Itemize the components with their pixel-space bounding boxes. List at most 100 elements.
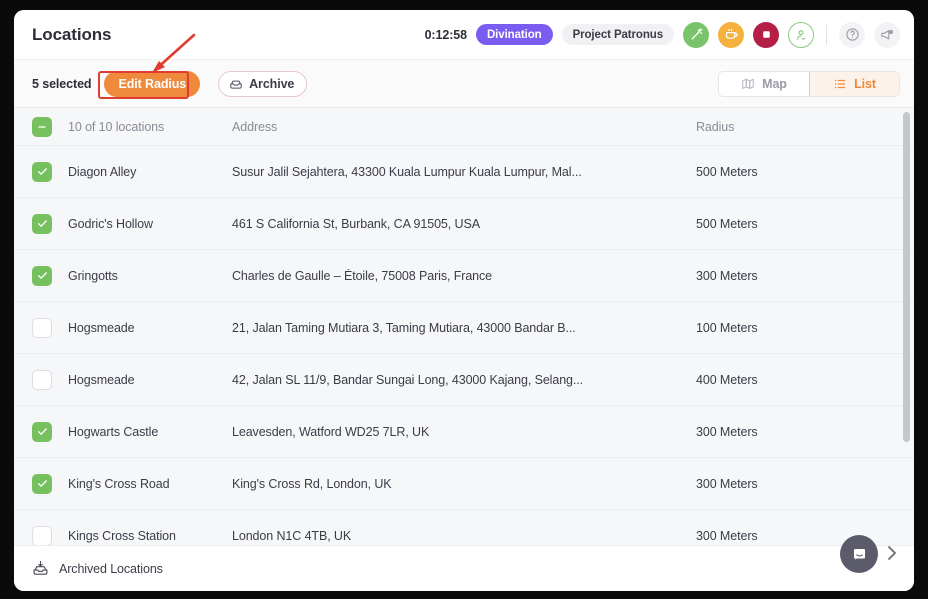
announcement-icon	[880, 29, 893, 40]
select-all-cell	[32, 116, 68, 137]
check-icon	[37, 220, 47, 227]
row-address: 461 S California St, Burbank, CA 91505, …	[232, 216, 480, 231]
column-header-radius: Radius	[696, 119, 735, 134]
row-checkbox[interactable]	[32, 369, 52, 390]
row-radius: 400 Meters	[696, 372, 758, 387]
row-address: 21, Jalan Taming Mutiara 3, Taming Mutia…	[232, 320, 576, 335]
table-row[interactable]: Diagon Alley Susur Jalil Sejahtera, 43300…	[14, 146, 914, 198]
map-icon	[742, 78, 754, 89]
task-badge[interactable]: Divination	[475, 24, 553, 45]
check-icon	[37, 428, 47, 435]
row-location-name: Hogsmeade	[68, 372, 135, 387]
row-checkbox[interactable]	[32, 317, 52, 338]
row-location-name: Hogwarts Castle	[68, 424, 159, 439]
row-radius: 100 Meters	[696, 320, 758, 335]
row-checkbox[interactable]	[32, 525, 52, 545]
stop-icon	[762, 31, 770, 38]
select-all-checkbox[interactable]	[32, 116, 52, 137]
check-icon	[37, 480, 47, 487]
row-address: London N1C 4TB, UK	[232, 528, 352, 543]
row-address: Leavesden, Watford WD25 7LR, UK	[232, 424, 430, 439]
panel-expand-chevron[interactable]	[884, 543, 900, 563]
minus-icon	[38, 125, 46, 128]
column-header-address: Address	[232, 119, 278, 134]
stop-button[interactable]	[753, 21, 779, 48]
table-scrollbar-track[interactable]	[903, 108, 912, 545]
list-icon	[834, 79, 846, 88]
row-radius: 300 Meters	[696, 424, 758, 439]
archive-box-icon	[230, 80, 242, 89]
row-address: Charles de Gaulle – Étoile, 75008 Paris,…	[232, 268, 493, 283]
table-row[interactable]: Kings Cross Station London N1C 4TB, UK 300…	[14, 510, 914, 545]
locations-table: 10 of 10 locations Address Radius Diagon…	[14, 108, 914, 545]
user-avatar-icon	[796, 29, 806, 40]
row-select-cell	[32, 213, 68, 234]
selection-toolbar: 5 selected Edit Radius Archive Map List	[14, 60, 914, 108]
archive-download-icon	[33, 560, 48, 575]
row-checkbox[interactable]	[32, 265, 52, 286]
table-row[interactable]: Hogsmeade 21, Jalan Taming Mutiara 3, Tam…	[14, 302, 914, 354]
header-right-controls: 0:12:58 Divination Project Patronus	[424, 21, 900, 48]
check-icon	[37, 168, 47, 175]
magic-wand-button[interactable]	[683, 21, 709, 48]
row-location-name: Diagon Alley	[68, 164, 137, 179]
app-footer: Archived Locations	[14, 545, 914, 591]
row-address: King's Cross Rd, London, UK	[232, 476, 392, 491]
table-row[interactable]: Hogwarts Castle Leavesden, Watford WD25 7…	[14, 406, 914, 458]
project-badge[interactable]: Project Patronus	[561, 24, 674, 45]
row-select-cell	[32, 265, 68, 286]
row-select-cell	[32, 161, 68, 182]
view-toggle-list-label: List	[854, 76, 876, 91]
magic-wand-icon	[691, 28, 702, 40]
row-location-name: Godric's Hollow	[68, 216, 153, 231]
chat-bubble-icon	[853, 548, 865, 560]
table-row[interactable]: Gringotts Charles de Gaulle – Étoile, 750…	[14, 250, 914, 302]
table-scrollbar-thumb[interactable]	[903, 112, 910, 442]
timer-display: 0:12:58	[424, 27, 467, 42]
row-select-cell	[32, 525, 68, 545]
row-radius: 300 Meters	[696, 476, 758, 491]
view-toggle-list[interactable]: List	[809, 71, 899, 96]
row-location-name: Hogsmeade	[68, 320, 135, 335]
edit-radius-button[interactable]: Edit Radius	[104, 70, 201, 97]
view-toggle-map-label: Map	[762, 76, 787, 91]
row-checkbox[interactable]	[32, 473, 52, 494]
header-divider	[826, 24, 827, 45]
break-button[interactable]	[718, 21, 744, 48]
announcement-button[interactable]	[874, 21, 900, 48]
coffee-cup-icon	[725, 28, 738, 39]
table-row[interactable]: King's Cross Road King's Cross Rd, London…	[14, 458, 914, 510]
row-checkbox[interactable]	[32, 161, 52, 182]
archive-button[interactable]: Archive	[218, 70, 308, 97]
app-header: Locations 0:12:58 Divination Project Pat…	[14, 10, 914, 60]
row-radius: 500 Meters	[696, 164, 758, 179]
row-select-cell	[32, 369, 68, 390]
archive-button-label: Archive	[249, 76, 295, 91]
check-icon	[37, 272, 47, 279]
archived-locations-label: Archived Locations	[59, 561, 163, 576]
row-checkbox[interactable]	[32, 421, 52, 442]
table-row[interactable]: Godric's Hollow 461 S California St, Burb…	[14, 198, 914, 250]
device-frame: Locations 0:12:58 Divination Project Pat…	[0, 0, 928, 599]
row-address: 42, Jalan SL 11/9, Bandar Sungai Long, 4…	[232, 372, 584, 387]
row-checkbox[interactable]	[32, 213, 52, 234]
row-radius: 300 Meters	[696, 268, 758, 283]
row-address: Susur Jalil Sejahtera, 43300 Kuala Lumpu…	[232, 164, 582, 179]
selected-count-label: 5 selected	[32, 76, 92, 91]
page-title: Locations	[32, 24, 112, 44]
view-toggle-map[interactable]: Map	[719, 72, 809, 96]
profile-avatar-button[interactable]	[788, 21, 814, 48]
row-select-cell	[32, 421, 68, 442]
select-all-label: 10 of 10 locations	[68, 119, 165, 134]
app-window: Locations 0:12:58 Divination Project Pat…	[14, 10, 914, 591]
archived-locations-link[interactable]: Archived Locations	[32, 560, 163, 577]
table-header-row: 10 of 10 locations Address Radius	[14, 108, 914, 146]
table-row[interactable]: Hogsmeade 42, Jalan SL 11/9, Bandar Sunga…	[14, 354, 914, 406]
chat-launcher-button[interactable]	[840, 535, 878, 573]
help-circle-icon	[845, 28, 859, 41]
row-select-cell	[32, 473, 68, 494]
help-button[interactable]	[839, 21, 865, 48]
row-select-cell	[32, 317, 68, 338]
view-mode-toggle: Map List	[718, 70, 900, 97]
row-radius: 500 Meters	[696, 216, 758, 231]
